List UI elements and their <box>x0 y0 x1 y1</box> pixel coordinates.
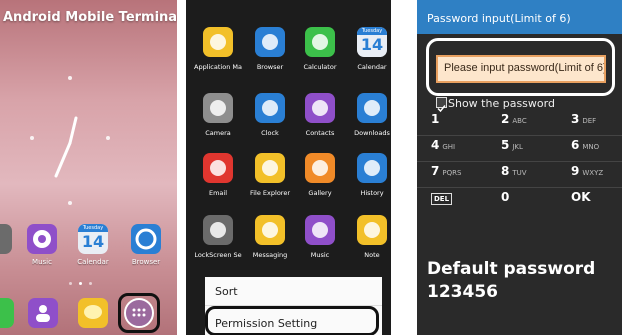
key-sub-label: PQRS <box>442 169 462 177</box>
permission-setting-highlight <box>205 306 379 335</box>
music-icon[interactable] <box>305 215 335 245</box>
key-sub-label: GHI <box>442 143 456 151</box>
key-main-label: 7 <box>431 164 440 178</box>
key-9[interactable]: 9 WXYZ <box>571 164 603 186</box>
password-dialog: Password input(Limit of 6) Please input … <box>417 0 622 335</box>
calendar-day-label: Tuesday <box>357 27 387 35</box>
menu-item-sort[interactable]: Sort <box>215 285 238 298</box>
key-main-label: 5 <box>501 138 510 152</box>
note-line-2: 123456 <box>427 282 498 302</box>
password-input[interactable]: Please input password(Limit of 6) <box>436 55 606 83</box>
browser-icon[interactable] <box>255 27 285 57</box>
messaging-icon[interactable] <box>78 298 108 328</box>
app-label: Email <box>208 189 228 197</box>
key-sub-label: TUV <box>512 169 527 177</box>
key-8[interactable]: 8 TUV <box>501 164 527 186</box>
gallery-icon[interactable] <box>305 153 335 183</box>
history-icon[interactable] <box>357 153 387 183</box>
calendar-day-label: Tuesday <box>78 224 108 232</box>
calculator-icon[interactable] <box>305 27 335 57</box>
app-label: File Explorer <box>249 189 290 197</box>
key-0[interactable]: 0 <box>501 190 509 212</box>
calendar-day-number: 14 <box>81 232 105 251</box>
key-3[interactable]: 3 DEF <box>571 112 596 134</box>
camera-icon[interactable] <box>203 93 233 123</box>
key-main-label: 9 <box>571 164 580 178</box>
key-sub-label: JKL <box>512 143 523 151</box>
app-label: Calculator <box>303 63 337 71</box>
app-label: Contacts <box>305 129 335 137</box>
default-password-note: Default password 123456 <box>427 258 595 304</box>
keypad-divider <box>417 161 622 162</box>
app-label: Downloads <box>354 129 390 137</box>
clock-icon[interactable] <box>255 93 285 123</box>
lockscreen-settings-icon[interactable] <box>203 215 233 245</box>
app-label: Gallery <box>308 189 332 197</box>
contacts-icon[interactable] <box>305 93 335 123</box>
key-1[interactable]: 1 <box>431 112 439 134</box>
app-label: History <box>360 189 384 197</box>
key-6[interactable]: 6 MNO <box>571 138 599 160</box>
keypad-divider <box>417 187 622 188</box>
key-2[interactable]: 2 ABC <box>501 112 527 134</box>
partial-app-icon[interactable] <box>0 224 12 254</box>
music-icon[interactable] <box>27 224 57 254</box>
messaging-icon[interactable] <box>255 215 285 245</box>
dock-label-music: Music <box>32 258 52 266</box>
key-4[interactable]: 4 GHI <box>431 138 455 160</box>
key-sub-label: DEF <box>582 117 597 125</box>
app-label: Clock <box>261 129 279 137</box>
browser-icon[interactable] <box>131 224 161 254</box>
note-icon[interactable] <box>357 215 387 245</box>
key-5[interactable]: 5 JKL <box>501 138 523 160</box>
app-drawer-icon[interactable] <box>124 298 154 328</box>
file-explorer-icon[interactable] <box>255 153 285 183</box>
show-password-checkbox[interactable] <box>436 97 447 113</box>
app-label: Camera <box>205 129 231 137</box>
key-main-label: 8 <box>501 164 510 178</box>
key-7[interactable]: 7 PQRS <box>431 164 461 186</box>
key-main-label: 0 <box>501 190 510 204</box>
page-indicator <box>65 282 105 286</box>
analog-clock <box>30 76 110 205</box>
key-sub-label: ABC <box>512 117 527 125</box>
key-main-label: OK <box>571 190 591 204</box>
note-line-1: Default password <box>427 259 596 279</box>
key-main-label: DEL <box>431 193 453 205</box>
app-label: Browser <box>256 63 284 71</box>
app-label: Application Ma <box>194 63 242 71</box>
show-password-label: Show the password <box>448 97 555 110</box>
app-label: Messaging <box>252 251 288 259</box>
key-main-label: 2 <box>501 112 510 126</box>
key-main-label: 3 <box>571 112 580 126</box>
calendar-icon[interactable]: Tuesday 14 <box>78 224 108 254</box>
dock-label-browser: Browser <box>131 258 161 266</box>
key-main-label: 6 <box>571 138 580 152</box>
calendar-day-number: 14 <box>360 35 384 54</box>
key-sub-label: MNO <box>582 143 600 151</box>
downloads-icon[interactable] <box>357 93 387 123</box>
dialog-title: Password input(Limit of 6) <box>417 0 622 34</box>
dock-label-calendar: Calendar <box>77 258 109 266</box>
key-main-label: 1 <box>431 112 440 126</box>
app-label: LockScreen Se <box>194 251 242 259</box>
calendar-icon[interactable]: Tuesday 14 <box>357 27 387 57</box>
keypad-divider <box>417 135 622 136</box>
app-drawer: Application Ma Browser Calculator Tuesday 14… <box>186 0 391 335</box>
key-sub-label: WXYZ <box>582 169 604 177</box>
application-manager-icon[interactable] <box>203 27 233 57</box>
phone-icon[interactable] <box>0 298 14 328</box>
key-del[interactable]: DEL <box>431 190 453 212</box>
app-label: Music <box>310 251 330 259</box>
app-label: Note <box>364 251 380 259</box>
email-icon[interactable] <box>203 153 233 183</box>
app-label: Calendar <box>357 63 387 71</box>
home-title: Android Mobile Terminal <box>3 10 177 25</box>
contacts-icon[interactable] <box>28 298 58 328</box>
key-main-label: 4 <box>431 138 440 152</box>
home-screen: Android Mobile Terminal Tuesday 14 Music… <box>0 0 177 335</box>
key-ok[interactable]: OK <box>571 190 591 212</box>
